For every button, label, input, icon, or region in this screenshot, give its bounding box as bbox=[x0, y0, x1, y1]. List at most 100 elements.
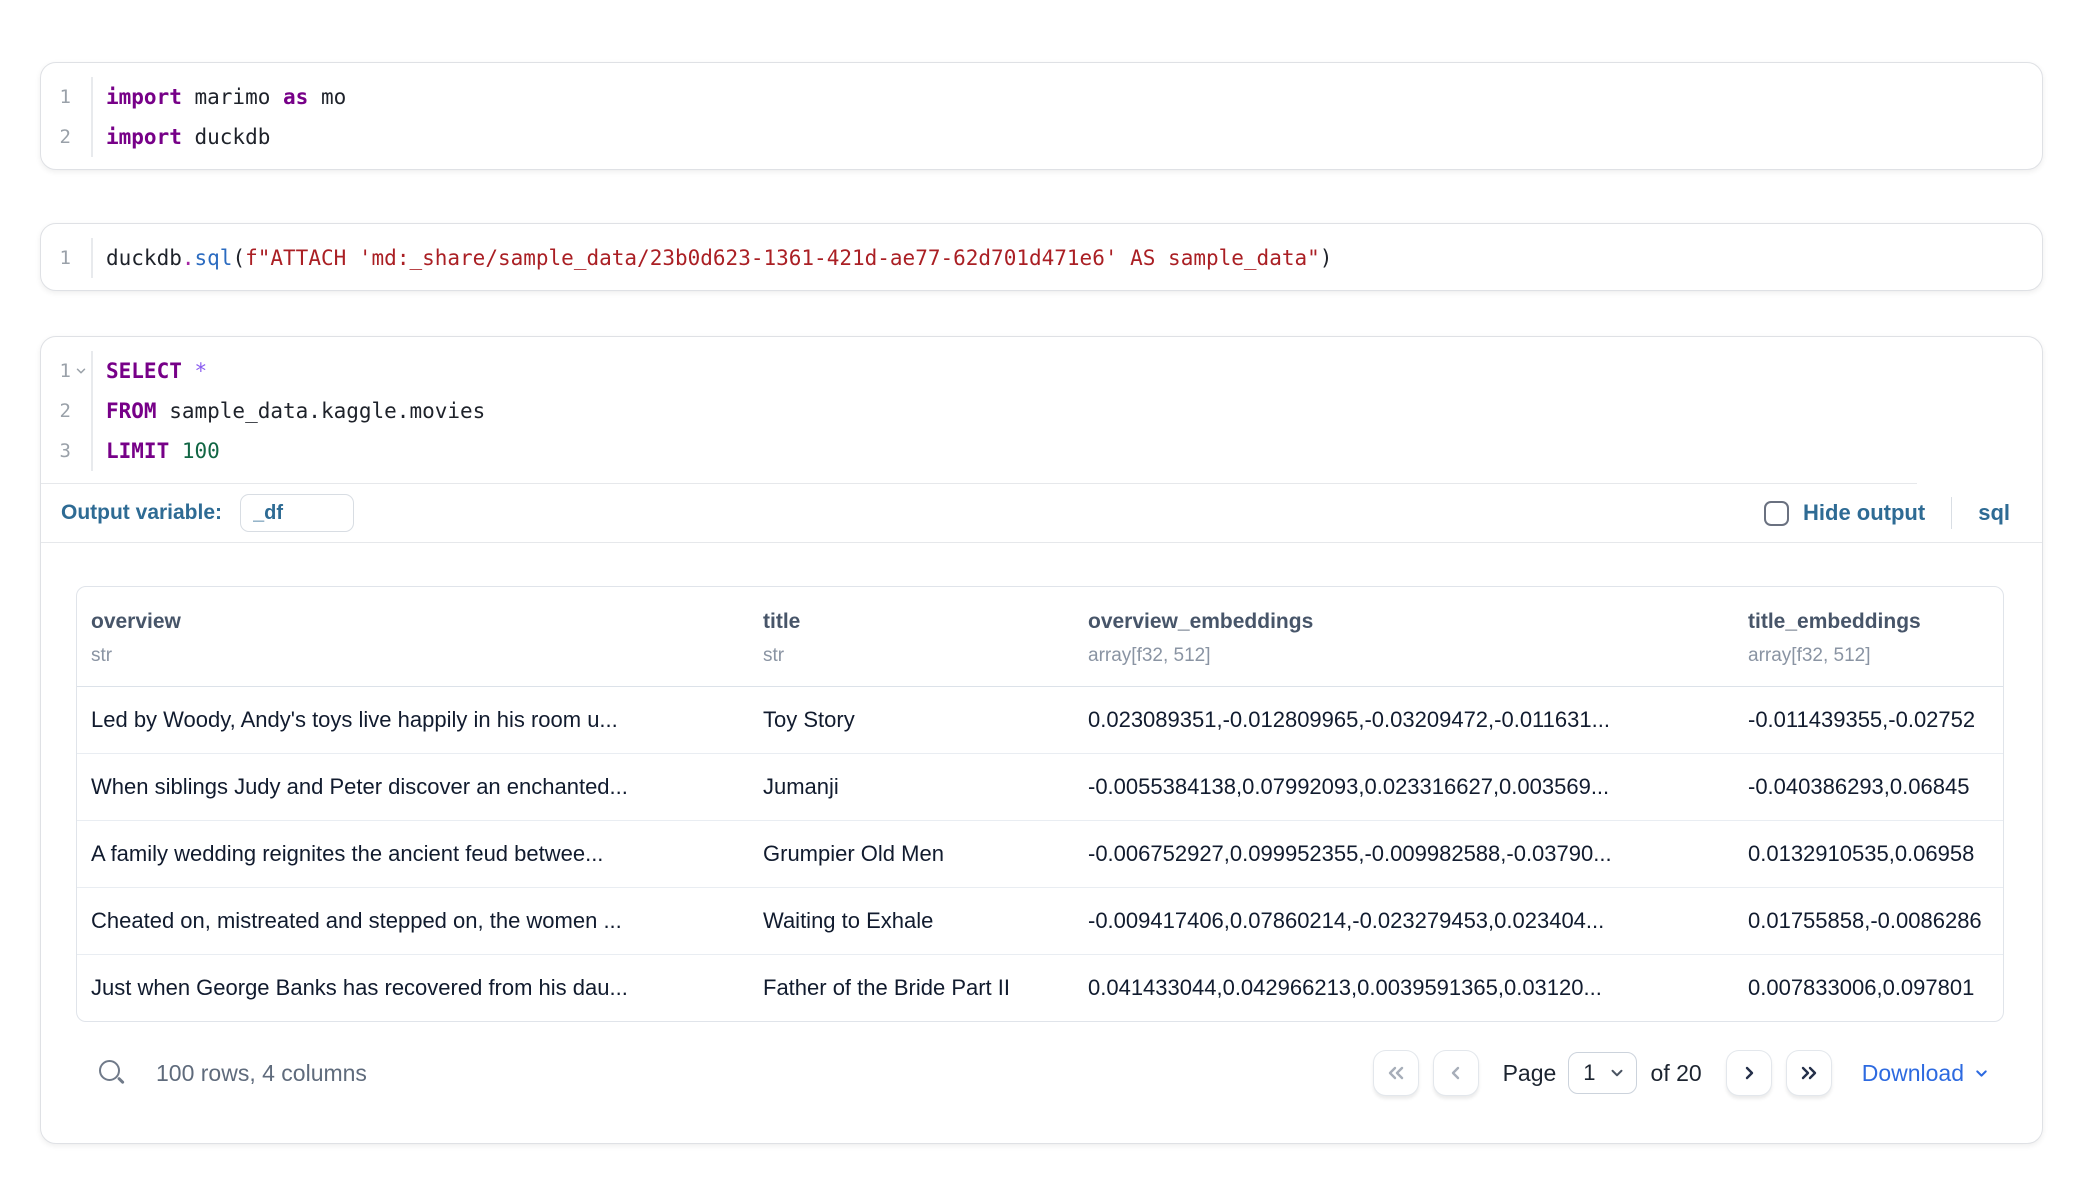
code-text: SELECT * bbox=[91, 351, 2026, 391]
table-header-row: overview str title str overview_embeddingsar… bbox=[77, 587, 2003, 686]
table-cell: 0.0132910535,0.06958 bbox=[1734, 821, 2003, 887]
line-number: 2 bbox=[47, 117, 71, 157]
download-label: Download bbox=[1862, 1060, 1964, 1087]
cell-output-area: overview str title str overview_embeddingsar… bbox=[41, 543, 2042, 1143]
column-name: overview bbox=[91, 609, 739, 635]
code-editor[interactable]: 1 import marimo as mo 2 import duckdb bbox=[41, 63, 2042, 169]
table-footer: 100 rows, 4 columns Page 1 of 20 bbox=[76, 1049, 2004, 1097]
search-icon[interactable] bbox=[98, 1059, 126, 1087]
hide-output-label: Hide output bbox=[1803, 500, 1925, 526]
download-button[interactable]: Download bbox=[1862, 1060, 1990, 1087]
table-cell: 0.007833006,0.097801 bbox=[1734, 955, 2003, 1021]
code-line[interactable]: 2 FROM sample_data.kaggle.movies bbox=[45, 391, 2026, 431]
line-number-gutter: 1 bbox=[45, 351, 91, 391]
row-count-summary: 100 rows, 4 columns bbox=[156, 1060, 367, 1087]
line-number: 1 bbox=[47, 77, 71, 117]
column-name: title_embeddings bbox=[1748, 609, 2003, 635]
table-row[interactable]: Just when George Banks has recovered fro… bbox=[77, 954, 2003, 1021]
page-select[interactable]: 1 bbox=[1568, 1052, 1636, 1094]
code-cell-imports: 1 import marimo as mo 2 import duckdb bbox=[40, 62, 2043, 170]
table-header: overview str title str overview_embeddingsar… bbox=[77, 587, 2003, 686]
line-number-gutter: 1 bbox=[45, 238, 91, 278]
code-cell-attach: 1 duckdb.sql(f"ATTACH 'md:_share/sample_d… bbox=[40, 223, 2043, 291]
sql-cell: 1 SELECT * 2 FROM sample_data.kaggle.movies… bbox=[40, 336, 2043, 1144]
line-number: 3 bbox=[47, 431, 71, 471]
column-header[interactable]: title_embeddings array[f32, 512] bbox=[1734, 587, 2003, 686]
next-page-button[interactable] bbox=[1726, 1050, 1772, 1096]
table-cell: -0.0055384138,0.07992093,0.023316627,0.0… bbox=[1074, 754, 1734, 820]
code-line[interactable]: 2 import duckdb bbox=[45, 117, 2026, 157]
marimo-notebook: 1 import marimo as mo 2 import duckdb 1 duck… bbox=[0, 0, 2086, 1192]
line-number: 1 bbox=[47, 238, 71, 278]
code-line[interactable]: 3 LIMIT 100 bbox=[45, 431, 2026, 471]
page-label: Page bbox=[1503, 1060, 1557, 1087]
chevron-left-icon bbox=[1444, 1061, 1468, 1085]
output-variable-bar: Output variable: Hide output sql bbox=[41, 484, 2042, 543]
fold-chevron-icon[interactable] bbox=[71, 364, 91, 378]
prev-page-button[interactable] bbox=[1433, 1050, 1479, 1096]
table-cell: 0.01755858,-0.0086286 bbox=[1734, 888, 2003, 954]
column-name: overview_embeddings bbox=[1088, 609, 1724, 635]
result-table: overview str title str overview_embeddingsar… bbox=[76, 586, 2004, 1022]
table-cell: 0.041433044,0.042966213,0.0039591365,0.0… bbox=[1074, 955, 1734, 1021]
column-header[interactable]: overview_embeddings array[f32, 512] bbox=[1074, 587, 1734, 686]
language-badge[interactable]: sql bbox=[1978, 500, 2010, 526]
table-cell: Grumpier Old Men bbox=[749, 821, 1074, 887]
table-row[interactable]: A family wedding reignites the ancient f… bbox=[77, 820, 2003, 887]
code-text: duckdb.sql(f"ATTACH 'md:_share/sample_da… bbox=[91, 238, 2026, 278]
line-number-gutter: 1 bbox=[45, 77, 91, 117]
table-cell: Jumanji bbox=[749, 754, 1074, 820]
code-line[interactable]: 1 import marimo as mo bbox=[45, 77, 2026, 117]
column-header[interactable]: overview str bbox=[77, 587, 749, 686]
divider bbox=[1951, 497, 1952, 529]
column-type: str bbox=[763, 644, 1064, 668]
table-cell: Cheated on, mistreated and stepped on, t… bbox=[77, 888, 749, 954]
table-cell: A family wedding reignites the ancient f… bbox=[77, 821, 749, 887]
code-line[interactable]: 1 duckdb.sql(f"ATTACH 'md:_share/sample_d… bbox=[45, 238, 2026, 278]
first-page-button[interactable] bbox=[1373, 1050, 1419, 1096]
page-select-value: 1 bbox=[1583, 1060, 1595, 1086]
code-text: LIMIT 100 bbox=[91, 431, 2026, 471]
column-header[interactable]: title str bbox=[749, 587, 1074, 686]
table-row[interactable]: Led by Woody, Andy's toys live happily i… bbox=[77, 686, 2003, 753]
code-editor[interactable]: 1 SELECT * 2 FROM sample_data.kaggle.movies… bbox=[41, 337, 2042, 483]
chevron-down-icon bbox=[1973, 1065, 1990, 1082]
column-type: array[f32, 512] bbox=[1088, 644, 1724, 668]
code-text: FROM sample_data.kaggle.movies bbox=[91, 391, 2026, 431]
chevron-down-icon bbox=[1608, 1064, 1626, 1082]
table-row[interactable]: Cheated on, mistreated and stepped on, t… bbox=[77, 887, 2003, 954]
column-type: array[f32, 512] bbox=[1748, 644, 2003, 668]
table-cell: When siblings Judy and Peter discover an… bbox=[77, 754, 749, 820]
table-row[interactable]: When siblings Judy and Peter discover an… bbox=[77, 753, 2003, 820]
line-number: 2 bbox=[47, 391, 71, 431]
table-cell: Father of the Bride Part II bbox=[749, 955, 1074, 1021]
code-text: import duckdb bbox=[91, 117, 2026, 157]
chevron-right-icon bbox=[1737, 1061, 1761, 1085]
table-cell: Led by Woody, Andy's toys live happily i… bbox=[77, 687, 749, 753]
table-cell: -0.011439355,-0.02752 bbox=[1734, 687, 2003, 753]
table-cell: -0.009417406,0.07860214,-0.023279453,0.0… bbox=[1074, 888, 1734, 954]
code-text: import marimo as mo bbox=[91, 77, 2026, 117]
line-number-gutter: 2 bbox=[45, 117, 91, 157]
table-cell: -0.040386293,0.06845 bbox=[1734, 754, 2003, 820]
table-cell: Just when George Banks has recovered fro… bbox=[77, 955, 749, 1021]
output-variable-label: Output variable: bbox=[61, 501, 222, 525]
code-editor[interactable]: 1 duckdb.sql(f"ATTACH 'md:_share/sample_d… bbox=[41, 224, 2042, 290]
last-page-button[interactable] bbox=[1786, 1050, 1832, 1096]
column-name: title bbox=[763, 609, 1064, 635]
line-number-gutter: 3 bbox=[45, 431, 91, 471]
line-number-gutter: 2 bbox=[45, 391, 91, 431]
table-cell: -0.006752927,0.099952355,-0.009982588,-0… bbox=[1074, 821, 1734, 887]
table-cell: 0.023089351,-0.012809965,-0.03209472,-0.… bbox=[1074, 687, 1734, 753]
output-variable-input[interactable] bbox=[240, 494, 354, 532]
chevrons-right-icon bbox=[1797, 1061, 1821, 1085]
chevrons-left-icon bbox=[1384, 1061, 1408, 1085]
table-cell: Toy Story bbox=[749, 687, 1074, 753]
code-line[interactable]: 1 SELECT * bbox=[45, 351, 2026, 391]
table-cell: Waiting to Exhale bbox=[749, 888, 1074, 954]
column-type: str bbox=[91, 644, 739, 668]
hide-output-checkbox[interactable] bbox=[1764, 501, 1789, 526]
page-total-label: of 20 bbox=[1651, 1060, 1702, 1087]
line-number: 1 bbox=[47, 351, 71, 391]
table-body: Led by Woody, Andy's toys live happily i… bbox=[77, 686, 2003, 1021]
